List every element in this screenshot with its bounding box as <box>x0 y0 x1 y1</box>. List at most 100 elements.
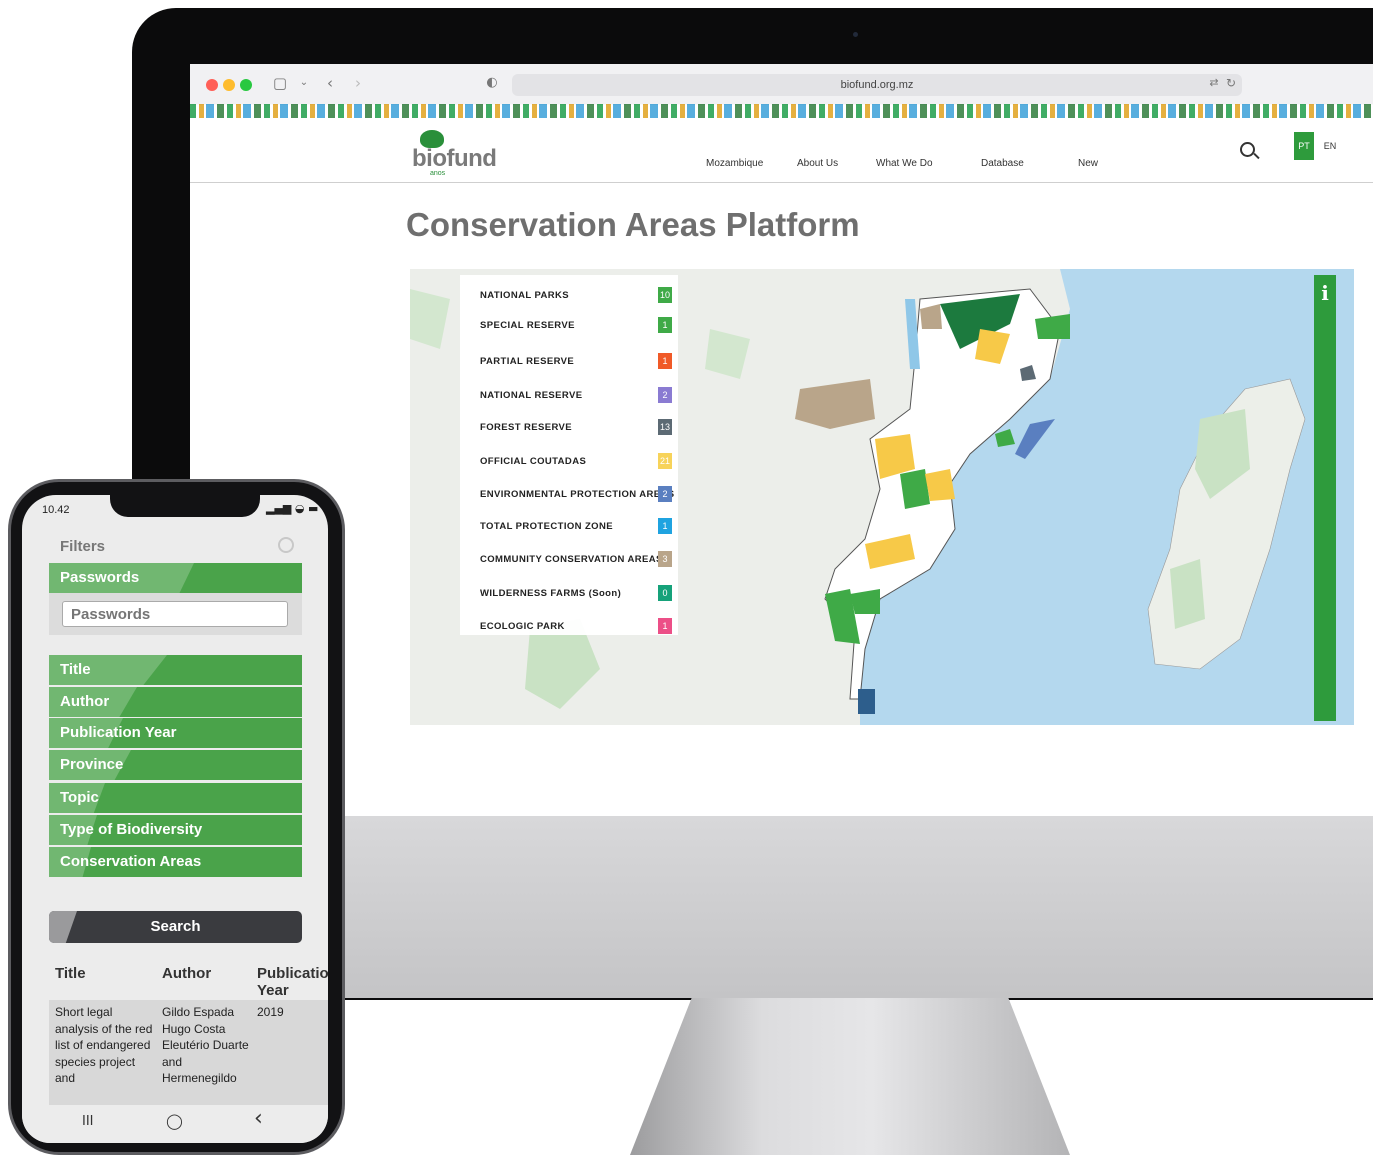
column-header-year[interactable]: Publication Year <box>257 965 328 999</box>
column-header-title[interactable]: Title <box>55 965 86 982</box>
legend-count-badge: 3 <box>658 551 672 567</box>
legend-item[interactable]: NATIONAL PARKS 10 <box>470 281 680 309</box>
minimize-window-icon[interactable] <box>223 79 235 91</box>
nav-new[interactable]: New <box>1078 158 1098 169</box>
legend-count-badge: 0 <box>658 585 672 601</box>
legend-count-badge: 13 <box>658 419 672 435</box>
legend-count-badge: 21 <box>658 453 672 469</box>
legend-item[interactable]: SPECIAL RESERVE 1 <box>470 311 680 339</box>
phone-screen: 10.42 ▂▄▆ ◒ ▬ Filters Passwords Title Aut… <box>22 495 328 1143</box>
legend-label: COMMUNITY CONSERVATION AREAS <box>480 554 663 565</box>
legend-item[interactable]: FOREST RESERVE 13 <box>470 413 680 441</box>
environmental-protection-area <box>1015 419 1055 459</box>
passwords-input[interactable] <box>62 601 288 627</box>
legend-item[interactable]: ECOLOGIC PARK 1 <box>470 612 680 640</box>
legend-count-badge: 1 <box>658 518 672 534</box>
passwords-label: Passwords <box>60 569 140 586</box>
legend-count-badge: 2 <box>658 486 672 502</box>
national-park-area <box>995 429 1015 447</box>
cell-author: Gildo Espada Hugo Costa Eleutério Duarte… <box>162 1005 249 1085</box>
legend-label: WILDERNESS FARMS (Soon) <box>480 588 622 599</box>
filter-label: Topic <box>60 789 99 806</box>
legend-item[interactable]: OFFICIAL COUTADAS 21 <box>470 447 680 475</box>
nav-mozambique[interactable]: Mozambique <box>706 158 763 169</box>
passwords-header[interactable]: Passwords <box>49 563 302 593</box>
cell-title: Short legal analysis of the red list of … <box>55 1005 153 1085</box>
monitor-stand <box>630 998 1070 1155</box>
maximize-window-icon[interactable] <box>240 79 252 91</box>
zoom-icon[interactable] <box>278 537 294 553</box>
legend-count-badge: 2 <box>658 387 672 403</box>
legend-item[interactable]: WILDERNESS FARMS (Soon) 0 <box>470 579 680 607</box>
close-window-icon[interactable] <box>206 79 218 91</box>
cell-year: 2019 <box>257 1005 284 1019</box>
legend-count-badge: 1 <box>658 618 672 634</box>
filter-title[interactable]: Title <box>49 655 302 685</box>
nav-database[interactable]: Database <box>981 158 1024 169</box>
logo-subtitle: anos <box>430 170 446 177</box>
filter-label: Province <box>60 756 124 773</box>
reload-icon[interactable]: ↻ <box>1221 73 1241 93</box>
legend-label: FOREST RESERVE <box>480 422 572 433</box>
legend-count-badge: 1 <box>658 317 672 333</box>
chevron-down-icon[interactable]: ⌄ <box>294 73 314 93</box>
legend-item[interactable]: COMMUNITY CONSERVATION AREAS 3 <box>470 545 680 573</box>
filter-author[interactable]: Author <box>49 687 302 717</box>
address-bar[interactable]: biofund.org.mz <box>512 74 1242 96</box>
language-en-button[interactable]: EN <box>1320 132 1340 160</box>
browser-toolbar: ▢ ⌄ ‹ › ◐ biofund.org.mz ⇄ ↻ <box>190 64 1373 105</box>
legend-item[interactable]: NATIONAL RESERVE 2 <box>470 381 680 409</box>
legend-item[interactable]: PARTIAL RESERVE 1 <box>470 347 680 375</box>
home-icon[interactable]: ◯ <box>166 1112 183 1130</box>
legend-panel: NATIONAL PARKS 10 SPECIAL RESERVE 1 PARTIAL … <box>460 275 678 635</box>
legend-label: NATIONAL RESERVE <box>480 390 583 401</box>
shield-icon[interactable]: ◐ <box>482 73 502 93</box>
filter-type-of-biodiversity[interactable]: Type of Biodiversity <box>49 815 302 845</box>
language-pt-button[interactable]: PT <box>1294 132 1314 160</box>
legend-label: NATIONAL PARKS <box>480 290 569 301</box>
column-header-author[interactable]: Author <box>162 965 211 982</box>
site-header: biofund anos Mozambique About Us What We… <box>190 118 1373 183</box>
filter-conservation-areas[interactable]: Conservation Areas <box>49 847 302 877</box>
nav-what-we-do[interactable]: What We Do <box>876 158 933 169</box>
table-row[interactable]: Short legal analysis of the red list of … <box>49 1000 328 1108</box>
legend-label: TOTAL PROTECTION ZONE <box>480 521 613 532</box>
legend-item[interactable]: ENVIRONMENTAL PROTECTION AREAS 2 <box>470 480 680 508</box>
desktop-screen: ▢ ⌄ ‹ › ◐ biofund.org.mz ⇄ ↻ biofund ano… <box>190 64 1373 816</box>
conservation-map[interactable]: NATIONAL PARKS 10 SPECIAL RESERVE 1 PARTIAL … <box>410 269 1354 725</box>
search-button[interactable]: Search <box>49 911 302 943</box>
info-panel-bar[interactable] <box>1314 275 1336 721</box>
filter-province[interactable]: Province <box>49 750 302 780</box>
legend-item[interactable]: TOTAL PROTECTION ZONE 1 <box>470 512 680 540</box>
filter-label: Conservation Areas <box>60 853 202 870</box>
legend-label: OFFICIAL COUTADAS <box>480 456 587 467</box>
page-title: Conservation Areas Platform <box>406 206 860 243</box>
site-logo[interactable]: biofund <box>412 145 497 173</box>
legend-label: SPECIAL RESERVE <box>480 320 575 331</box>
search-icon[interactable] <box>1240 142 1255 157</box>
back-arrow-icon[interactable]: ‹ <box>320 73 340 93</box>
status-time: 10.42 <box>42 504 70 516</box>
info-icon[interactable]: i <box>1314 281 1336 305</box>
filter-label: Author <box>60 693 110 710</box>
recent-apps-icon[interactable]: III <box>82 1114 94 1129</box>
legend-label: ECOLOGIC PARK <box>480 621 565 632</box>
signal-wifi-battery-icon: ▂▄▆ ◒ ▬ <box>266 502 319 515</box>
filter-label: Title <box>60 661 91 678</box>
filter-publication-year[interactable]: Publication Year <box>49 718 302 748</box>
decorative-pattern-strip <box>190 104 1373 118</box>
phone-notch <box>110 495 260 517</box>
filter-label: Publication Year <box>60 724 177 741</box>
legend-label: PARTIAL RESERVE <box>480 356 575 367</box>
filter-label: Type of Biodiversity <box>60 821 203 838</box>
maputo-reserve-area <box>858 689 875 714</box>
filter-topic[interactable]: Topic <box>49 783 302 813</box>
filters-title: Filters <box>60 538 106 555</box>
back-icon[interactable]: ‹ <box>254 1106 263 1131</box>
nav-about-us[interactable]: About Us <box>797 158 838 169</box>
sidebar-toggle-icon[interactable]: ▢ <box>270 73 290 93</box>
forward-arrow-icon[interactable]: › <box>348 73 368 93</box>
legend-label: ENVIRONMENTAL PROTECTION AREAS <box>480 489 675 500</box>
webcam-icon <box>853 32 858 37</box>
legend-count-badge: 1 <box>658 353 672 369</box>
